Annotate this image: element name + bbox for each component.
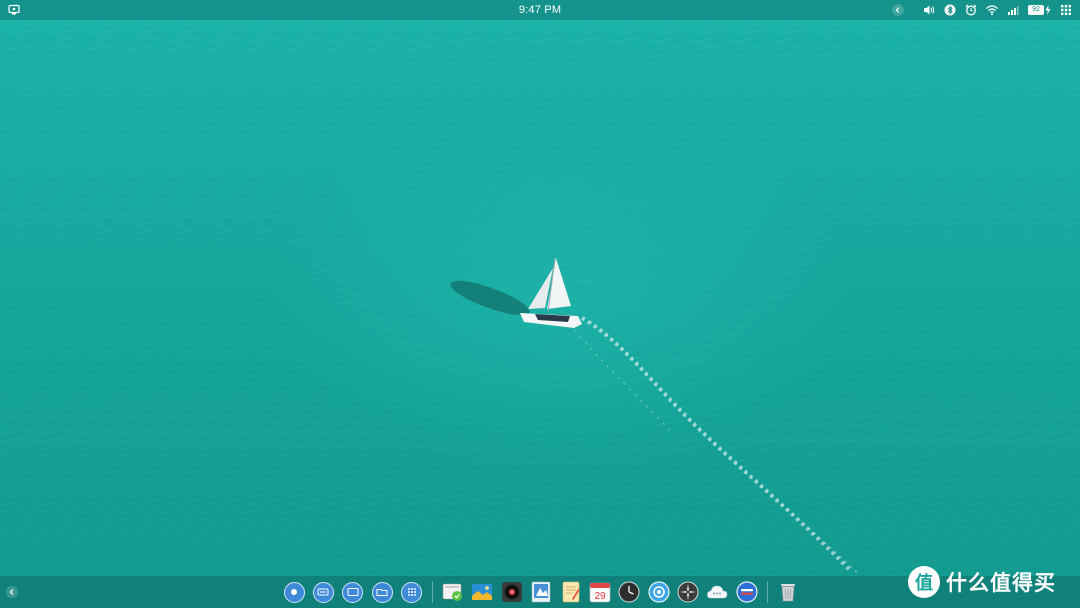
files-icon: [442, 583, 462, 601]
launcher-icon: [291, 589, 297, 595]
browser-app[interactable]: [647, 580, 671, 604]
cloud-app[interactable]: [705, 580, 729, 604]
file-manager-button[interactable]: [370, 580, 394, 604]
charging-bolt-icon: [1045, 5, 1051, 15]
music-player-app[interactable]: [500, 580, 524, 604]
image-viewer-icon: [472, 584, 493, 600]
desktop-icon: [347, 588, 359, 596]
files-app[interactable]: [441, 580, 465, 604]
multitask-icon: [317, 588, 329, 596]
system-tray: 92: [892, 3, 1072, 17]
settings-app[interactable]: [676, 580, 700, 604]
notes-icon: [562, 581, 580, 603]
speaker-icon[interactable]: [923, 4, 935, 16]
desktop-wallpaper: [0, 0, 1080, 608]
calendar-app[interactable]: 29: [588, 580, 612, 604]
dock-separator: [431, 581, 433, 603]
calendar-day: 29: [594, 591, 606, 602]
wifi-icon[interactable]: [986, 4, 998, 16]
grid-icon: [407, 588, 416, 596]
calendar-icon: 29: [589, 582, 611, 603]
folder-icon: [376, 589, 388, 596]
dock-separator: [767, 581, 769, 603]
multitask-button[interactable]: [311, 580, 335, 604]
watermark-logo: 值: [908, 566, 940, 598]
trash-app[interactable]: [776, 580, 800, 604]
app-grid-button[interactable]: [400, 580, 424, 604]
battery-level: 92: [1028, 5, 1044, 15]
grid-icon[interactable]: [1060, 4, 1072, 16]
site-watermark: 值 什么值得买: [908, 564, 1056, 600]
watermark-logo-char: 值: [915, 572, 933, 594]
top-status-bar: 9:47 PM 92: [0, 0, 1080, 20]
image-viewer-app[interactable]: [470, 580, 494, 604]
browser-icon: [648, 581, 670, 603]
sailboat-scene: [450, 257, 861, 576]
settings-icon: [677, 581, 699, 603]
music-disc-icon: [501, 582, 522, 602]
clock-app[interactable]: [617, 580, 641, 604]
signal-icon[interactable]: [1007, 4, 1019, 16]
message-app[interactable]: [735, 580, 759, 604]
dock-collapse-button[interactable]: [6, 586, 18, 598]
bluetooth-icon[interactable]: [944, 4, 956, 16]
launcher-button[interactable]: [282, 580, 306, 604]
desktop-button[interactable]: [341, 580, 365, 604]
tray-collapse-button[interactable]: [892, 4, 904, 16]
chevron-left-icon: [895, 7, 900, 13]
cloud-icon: [707, 585, 728, 599]
trash-icon: [781, 584, 796, 602]
photo-icon: [531, 581, 551, 603]
notes-app[interactable]: [559, 580, 583, 604]
watermark-text: 什么值得买: [946, 571, 1056, 595]
message-icon: [736, 581, 758, 603]
clock-icon: [618, 581, 640, 603]
chevron-left-icon: [9, 589, 14, 595]
photo-app[interactable]: [529, 580, 553, 604]
alarm-icon[interactable]: [965, 4, 977, 16]
clock-text: 9:47 PM: [518, 4, 562, 16]
battery-icon[interactable]: 92: [1028, 5, 1051, 15]
